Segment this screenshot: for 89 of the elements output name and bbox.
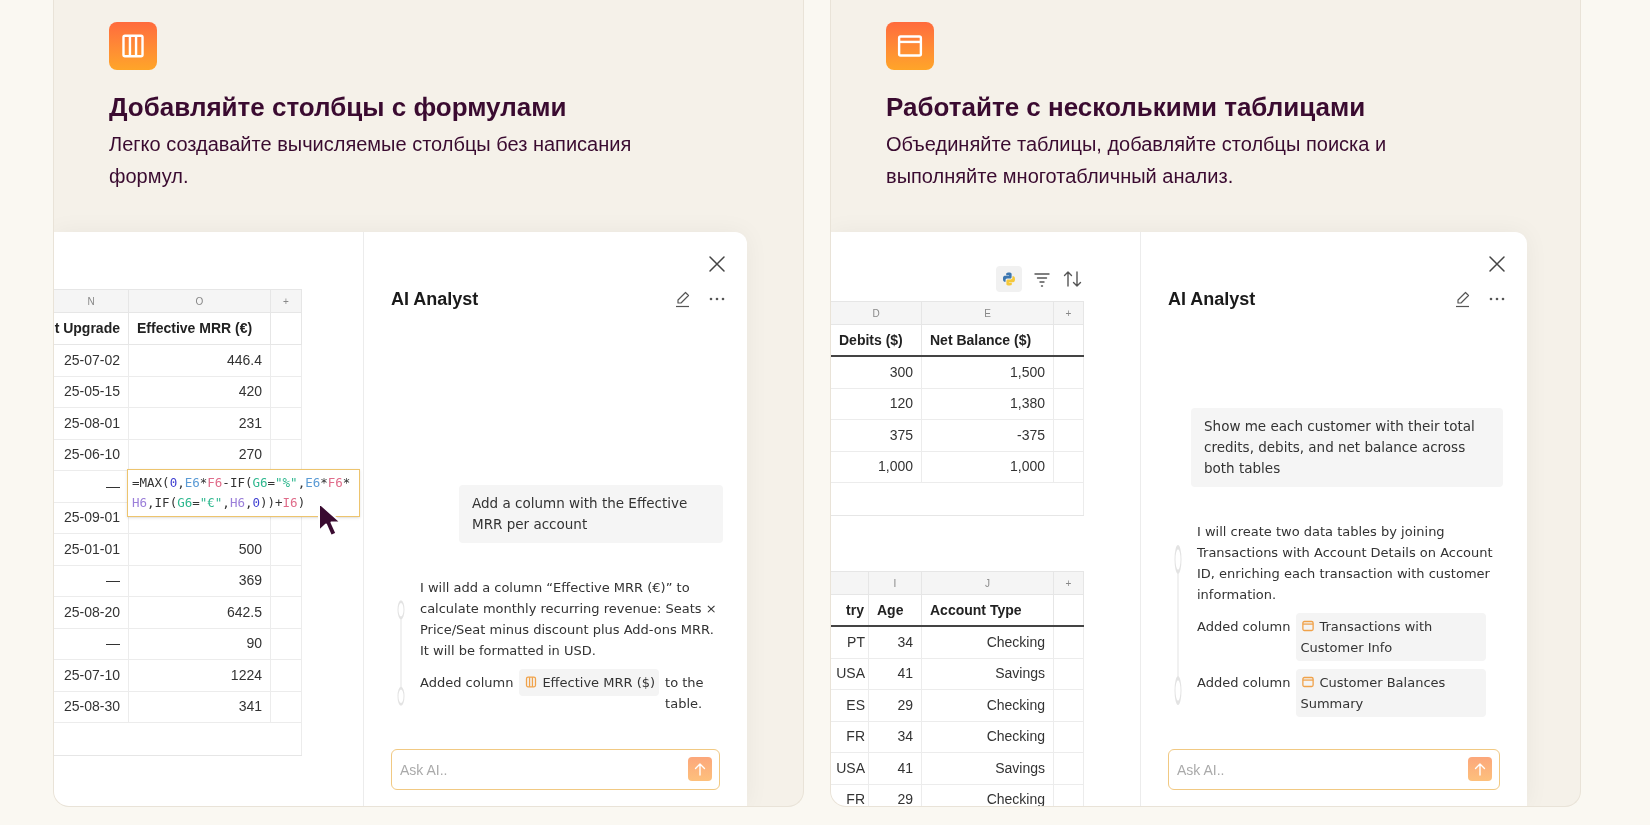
action-label: Added column [420,674,514,692]
formula-tooltip: =MAX(0,E6*F6-IF(G6="%",E6*F6* H6,IF(G6="€",H6,0))+I6) [127,469,360,517]
table-cell-text: — [106,634,120,654]
table-cell-text: 420 [238,382,262,402]
table-cell-text: 1,380 [1009,394,1045,414]
user-message: Add a column with the Effective MRR per account [459,485,723,543]
table-cell-text: 375 [889,425,913,445]
table-cell-text: Checking [986,695,1045,715]
python-icon [1001,271,1017,287]
table-cell-text: 25-07-10 [63,665,120,685]
table-cell-text: 120 [889,394,913,414]
table-cell-text: 500 [238,539,262,559]
table-cell-text: USA [836,758,865,778]
table-cell-text: 34 [897,632,913,652]
sort-icon[interactable] [1062,269,1084,289]
column-header[interactable]: Debits ($) [839,329,903,351]
column-letter: N [87,294,95,309]
table-cell-text: 29 [897,695,913,715]
table-chip[interactable]: Transactions with Customer Info [1296,613,1487,661]
table-cell-text: 642.5 [226,602,262,622]
user-message: Show me each customer with their total credits, debits, and net balance across both tables [1191,408,1503,487]
table-cell-text: ES [846,695,865,715]
table-cell-text: FR [846,727,865,747]
table-cell-text: 25-08-01 [63,413,120,433]
table-cell-text: 25-08-20 [63,602,120,622]
chat-input[interactable]: Ask AI.. [391,749,720,790]
table-cell-text: FR [846,790,865,806]
chat-input[interactable]: Ask AI.. [1168,749,1500,790]
table-cell-text: 369 [238,571,262,591]
close-icon[interactable] [707,254,727,274]
table-cell-text: Savings [995,664,1045,684]
column-header[interactable]: Age [877,599,904,621]
assistant-message: I will add a column “Effective MRR (€)” to calculate monthly recurring revenue: Seats × Price/Seat minus discount plus Add-ons MRR. It will be formatted in USD. [420,579,718,660]
table-chip[interactable]: Customer Balances Summary [1296,669,1487,717]
table-cell-text: 34 [897,727,913,747]
table-cell-text: 25-08-30 [63,697,120,717]
table-cell-text: 270 [238,445,262,465]
column-header[interactable]: Net Balance ($) [930,329,1032,351]
table-cell-text: — [106,476,120,496]
action-label: Added column [1197,618,1291,636]
table-cell-text: 231 [238,413,262,433]
table-cell-text: 446.4 [226,350,262,370]
table-cell-text: 1,000 [1009,457,1045,477]
column-header[interactable]: Account Type [930,599,1022,621]
assistant-message: I will create two data tables by joining Transactions with Account Details on Account ID, enriching each transaction with customer information. [1197,523,1494,604]
table-cell-text: Savings [995,758,1045,778]
table-cell-text: 41 [897,758,913,778]
table-cell-text: Checking [986,632,1045,652]
table-cell-text: 25-09-01 [63,508,120,528]
feature-description: Объединяйте таблицы, добавляйте столбцы поиска и выполняйте многотабличный анализ. [886,132,1388,189]
feature-title: Добавляйте столбцы с формулами [109,91,567,124]
table-cell-text: 25-06-10 [63,445,120,465]
arrow-up-icon [1474,762,1486,776]
column-letter: J [985,576,990,591]
column-letter: D [872,306,880,321]
feature-description: Легко создавайте вычисляемые столбцы без написания формул. [109,132,633,189]
panel-title: AI Analyst [1168,287,1257,311]
column-header[interactable]: Effective MRR (€) [137,318,253,339]
table-cell-text: Checking [986,727,1045,747]
table-cell-text: 341 [238,697,262,717]
window-icon [1300,674,1317,690]
table-cell-text: PT [847,632,865,652]
table-cell-text: 25-05-15 [63,382,120,402]
action-label: to the table. [665,674,705,713]
column-letter: I [893,576,897,591]
table-cell-text: 1,000 [877,457,913,477]
table-cell-text: 1,500 [1009,362,1045,382]
table-cell-text: 29 [897,790,913,806]
window-icon [1300,618,1317,634]
table-chip[interactable]: Effective MRR ($) [519,669,660,696]
column-header[interactable]: t Upgrade [54,318,120,339]
table-cell-text: USA [836,664,865,684]
arrow-up-icon [694,762,706,776]
column-letter: E [984,306,991,321]
action-label: Added column [1197,674,1291,692]
table-cell-text: 300 [889,362,913,382]
column-letter: O [195,294,204,309]
column-header[interactable]: try [846,599,864,621]
close-icon[interactable] [1487,254,1507,274]
feature-title: Работайте с несколькими таблицами [886,91,1366,124]
table-cell-text: 41 [897,664,913,684]
table-cell-text: -375 [1016,425,1045,445]
table-cell-text: — [106,571,120,591]
table-cell-text: 25-07-02 [63,350,120,370]
panel-title: AI Analyst [391,287,480,311]
python-button[interactable] [996,266,1022,292]
table-cell-text: 25-01-01 [63,539,120,559]
table-cell-text: 1224 [230,665,262,685]
table-cell-text: 90 [246,634,262,654]
